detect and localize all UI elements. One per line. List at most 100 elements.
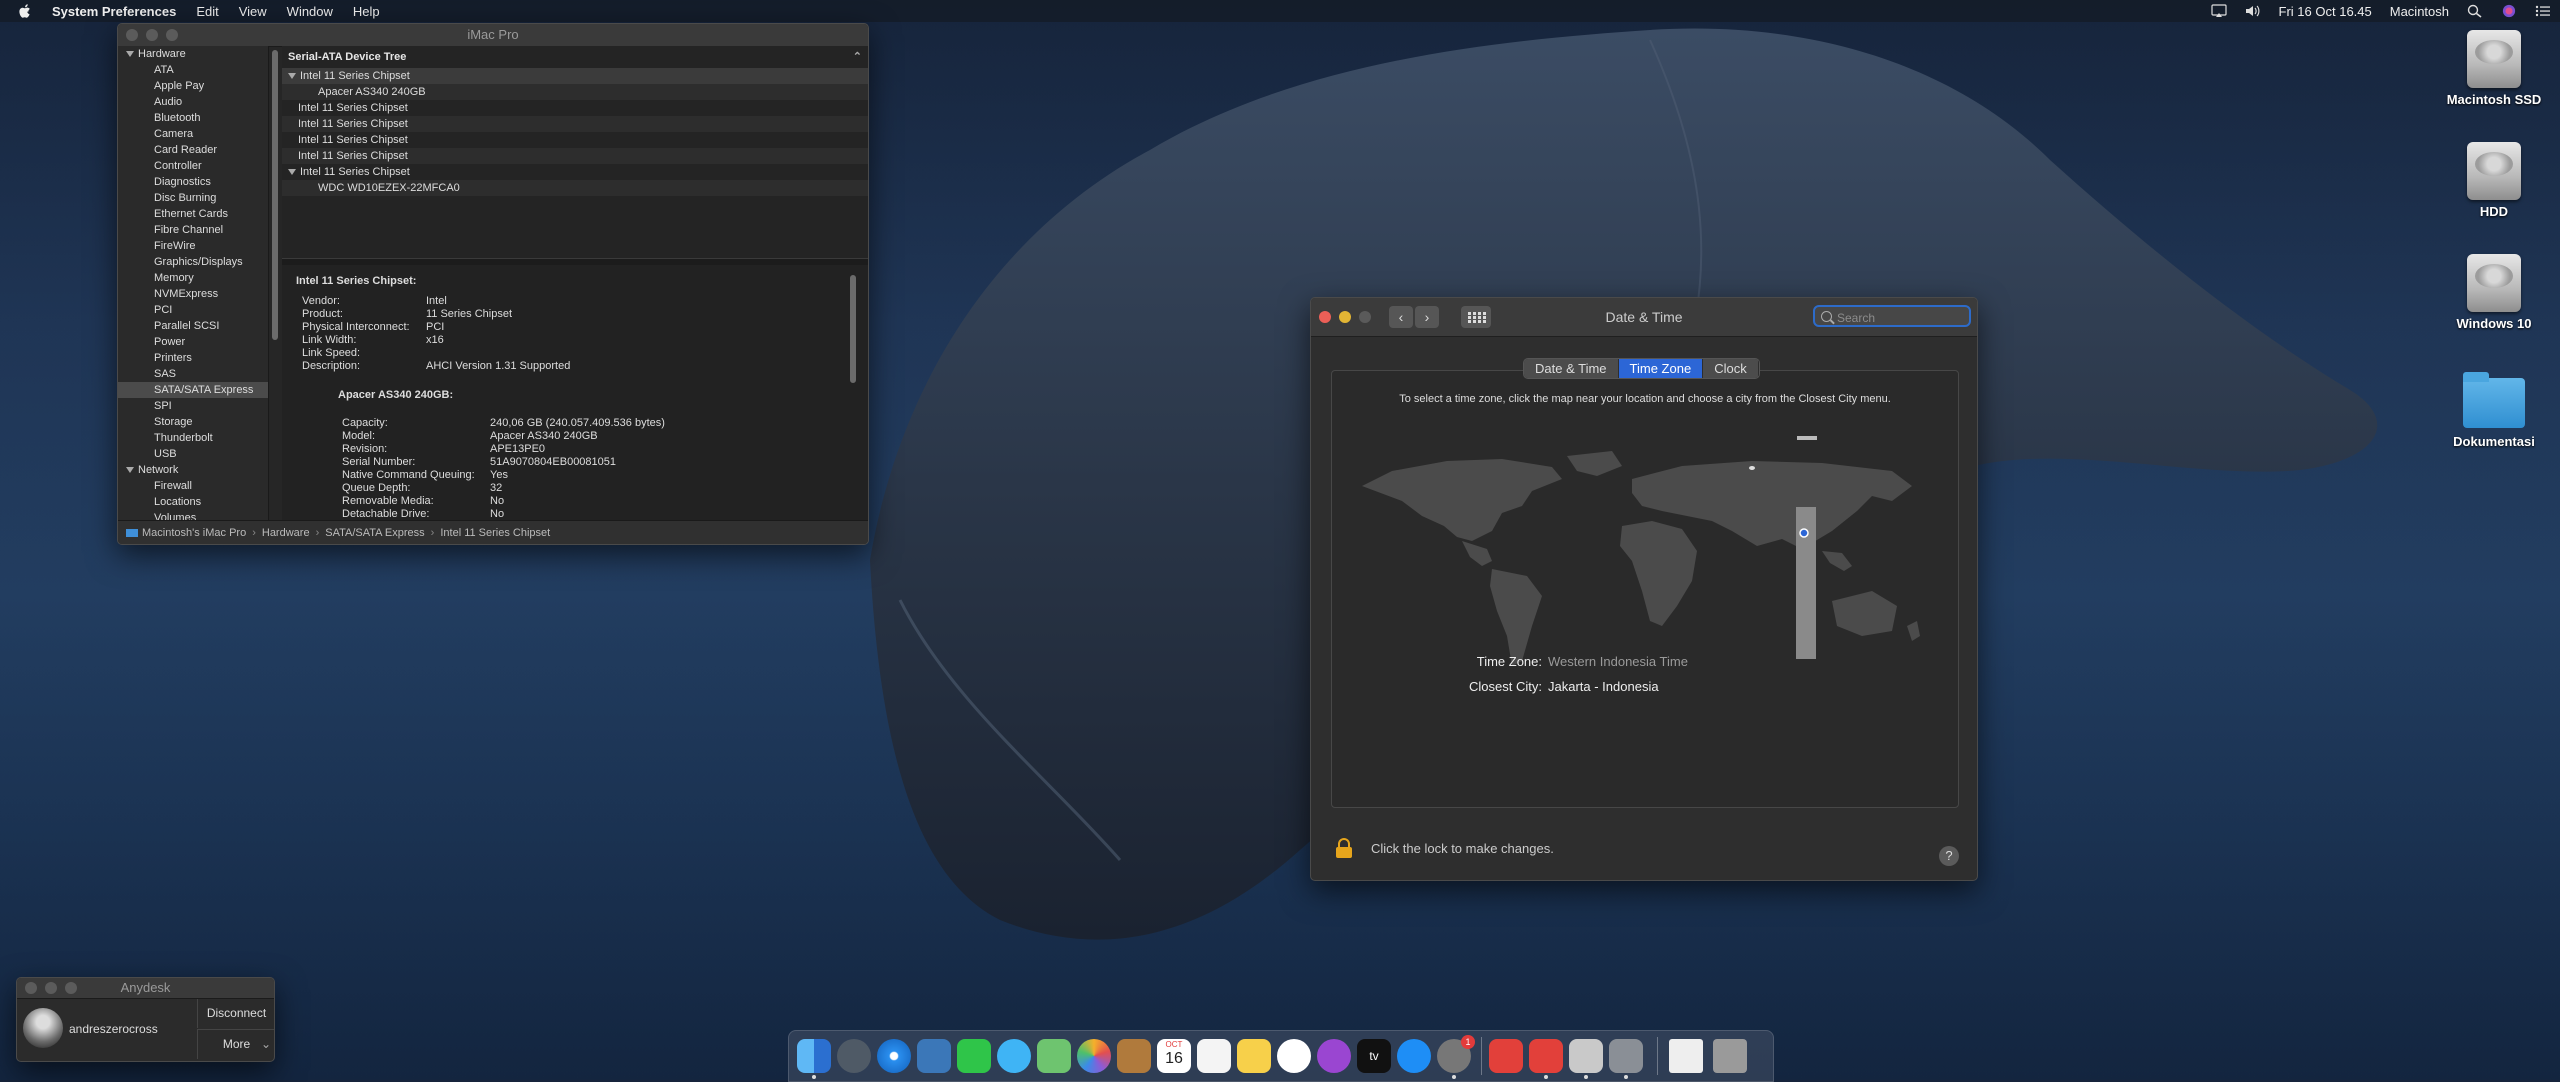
disconnect-button[interactable]: Disconnect [197, 999, 274, 1028]
podcasts-icon[interactable] [1317, 1039, 1351, 1073]
reminders-icon[interactable] [1197, 1039, 1231, 1073]
notes-icon[interactable] [1237, 1039, 1271, 1073]
notification-center-icon[interactable] [2535, 4, 2551, 18]
tab-clock[interactable]: Clock [1703, 359, 1759, 378]
finder-icon[interactable] [797, 1039, 831, 1073]
path-item[interactable]: Intel 11 Series Chipset [440, 527, 550, 539]
sidebar-item[interactable]: Disc Burning [118, 190, 268, 206]
closest-city-select[interactable]: Jakarta - Indonesia [1548, 679, 1659, 694]
help-button[interactable]: ? [1939, 846, 1959, 866]
chevron-up-icon[interactable]: ⌃ [853, 46, 862, 68]
window-titlebar[interactable]: Anydesk [17, 978, 274, 999]
apple-menu-icon[interactable] [16, 2, 34, 20]
tree-row[interactable]: Intel 11 Series Chipset [282, 148, 868, 164]
zoom-button[interactable] [65, 982, 77, 994]
sidebar-item[interactable]: Power [118, 334, 268, 350]
sidebar-item[interactable]: SAS [118, 366, 268, 382]
tab-time-zone[interactable]: Time Zone [1618, 359, 1704, 378]
more-button[interactable]: More ⌄ [197, 1029, 274, 1059]
document-icon[interactable] [1669, 1039, 1703, 1073]
photos-icon[interactable] [1077, 1039, 1111, 1073]
sidebar-item[interactable]: Storage [118, 414, 268, 430]
sidebar-item[interactable]: Apple Pay [118, 78, 268, 94]
window-toolbar[interactable]: Date & Time ‹ › Search [1311, 298, 1977, 337]
tree-row[interactable]: Apacer AS340 240GB [282, 84, 868, 100]
sidebar-item[interactable]: Printers [118, 350, 268, 366]
disclosure-triangle-icon[interactable] [126, 51, 134, 58]
tree-row[interactable]: Intel 11 Series Chipset [282, 68, 868, 84]
safari-icon[interactable] [877, 1039, 911, 1073]
volume-icon[interactable] [2245, 4, 2261, 18]
tree-row[interactable]: Intel 11 Series Chipset [282, 132, 868, 148]
sidebar-item[interactable]: Camera [118, 126, 268, 142]
device-tree-header[interactable]: Serial-ATA Device Tree ⌃ [282, 46, 868, 68]
close-button[interactable] [126, 29, 138, 41]
sidebar-category[interactable]: Hardware [118, 46, 268, 62]
music-icon[interactable] [1277, 1039, 1311, 1073]
menu-help[interactable]: Help [353, 4, 380, 19]
apple-tv-icon[interactable]: tv [1357, 1039, 1391, 1073]
sidebar-item[interactable]: PCI [118, 302, 268, 318]
sidebar-item[interactable]: FireWire [118, 238, 268, 254]
window-titlebar[interactable]: iMac Pro [118, 24, 868, 47]
menu-app-name[interactable]: System Preferences [52, 4, 176, 19]
menu-window[interactable]: Window [287, 4, 333, 19]
contacts-icon[interactable] [1117, 1039, 1151, 1073]
sidebar-item[interactable]: Locations [118, 494, 268, 510]
sidebar-item[interactable]: ATA [118, 62, 268, 78]
calendar-icon[interactable]: OCT 16 [1157, 1039, 1191, 1073]
desktop-icon-hdd[interactable]: HDD [2434, 142, 2554, 219]
sidebar-item[interactable]: Parallel SCSI [118, 318, 268, 334]
anydesk-icon[interactable] [1489, 1039, 1523, 1073]
menubar-clock[interactable]: Fri 16 Oct 16.45 [2279, 4, 2372, 19]
disclosure-triangle-icon[interactable] [288, 73, 296, 80]
zoom-button[interactable] [166, 29, 178, 41]
sidebar-item[interactable]: Card Reader [118, 142, 268, 158]
minimize-button[interactable] [146, 29, 158, 41]
close-button[interactable] [25, 982, 37, 994]
desktop-icon-dokumentasi[interactable]: Dokumentasi [2434, 372, 2554, 449]
sidebar-item[interactable]: USB [118, 446, 268, 462]
show-all-button[interactable] [1461, 306, 1491, 328]
facetime-icon[interactable] [957, 1039, 991, 1073]
tree-row[interactable]: WDC WD10EZEX-22MFCA0 [282, 180, 868, 196]
world-map[interactable] [1352, 431, 1942, 671]
sidebar-item[interactable]: Thunderbolt [118, 430, 268, 446]
sidebar-item[interactable]: SATA/SATA Express [118, 382, 268, 398]
disclosure-triangle-icon[interactable] [126, 467, 134, 474]
sidebar-item[interactable]: Volumes [118, 510, 268, 520]
sidebar-item[interactable]: Ethernet Cards [118, 206, 268, 222]
tab-date-time[interactable]: Date & Time [1524, 359, 1619, 378]
system-preferences-icon[interactable]: 1 [1437, 1035, 1475, 1073]
anydesk-icon[interactable] [1529, 1039, 1563, 1073]
maps-icon[interactable] [1037, 1039, 1071, 1073]
sidebar-scrollbar[interactable] [272, 50, 278, 340]
disclosure-triangle-icon[interactable] [288, 169, 296, 176]
siri-icon[interactable] [2501, 4, 2517, 18]
back-button[interactable]: ‹ [1389, 306, 1413, 328]
sidebar-item[interactable]: Controller [118, 158, 268, 174]
sidebar-item[interactable]: SPI [118, 398, 268, 414]
preview-icon[interactable] [917, 1039, 951, 1073]
sidebar-item[interactable]: Firewall [118, 478, 268, 494]
minimize-button[interactable] [45, 982, 57, 994]
app-store-icon[interactable] [1397, 1039, 1431, 1073]
tree-row[interactable]: Intel 11 Series Chipset [282, 100, 868, 116]
system-information-icon[interactable] [1609, 1039, 1643, 1073]
tree-row[interactable]: Intel 11 Series Chipset [282, 164, 868, 180]
menu-edit[interactable]: Edit [196, 4, 218, 19]
lock-icon[interactable] [1335, 838, 1353, 858]
screen-mirroring-icon[interactable] [2210, 4, 2227, 18]
tree-row[interactable]: Intel 11 Series Chipset [282, 116, 868, 132]
forward-button[interactable]: › [1415, 306, 1439, 328]
desktop-icon-windows-10[interactable]: Windows 10 [2434, 254, 2554, 331]
desktop-icon-macintosh-ssd[interactable]: Macintosh SSD [2434, 30, 2554, 107]
trash-icon[interactable] [1713, 1039, 1747, 1073]
menu-view[interactable]: View [239, 4, 267, 19]
spotlight-search-icon[interactable] [2467, 4, 2483, 18]
sidebar-item[interactable]: NVMExpress [118, 286, 268, 302]
path-item[interactable]: SATA/SATA Express [325, 527, 424, 539]
disk-utility-icon[interactable] [1569, 1039, 1603, 1073]
path-item[interactable]: Macintosh's iMac Pro [142, 527, 246, 539]
detail-scrollbar[interactable] [850, 275, 856, 383]
